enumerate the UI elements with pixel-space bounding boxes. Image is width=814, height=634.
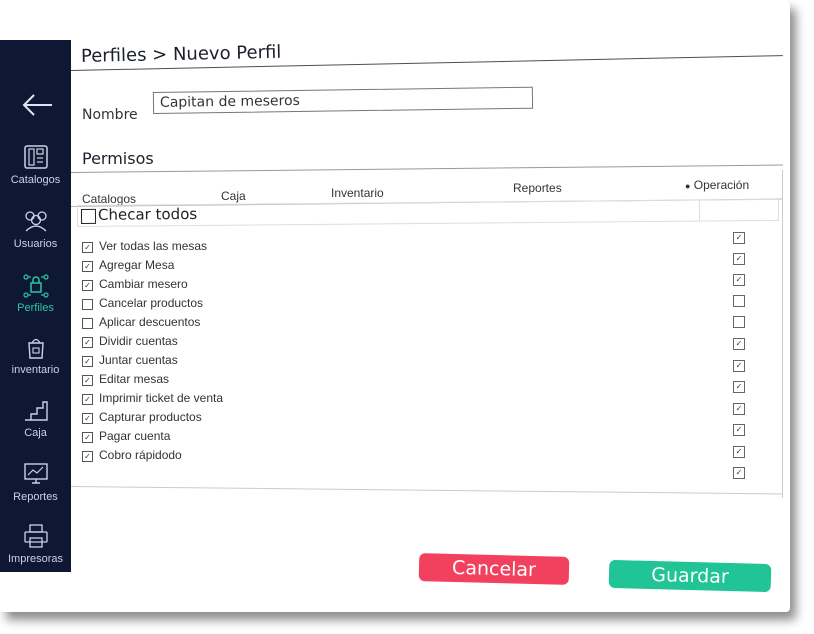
sidebar-item-label: Usuarios	[13, 238, 58, 250]
permission-checkbox[interactable]: ✓	[82, 375, 93, 386]
permission-checkbox[interactable]: ✓	[82, 394, 93, 405]
operacion-checkbox[interactable]: ✓	[733, 446, 745, 458]
permission-label: Ver todas las mesas	[99, 239, 208, 253]
catalog-icon	[23, 145, 48, 169]
permission-checkbox[interactable]: ✓	[82, 356, 93, 367]
selected-dot-icon: ●	[685, 180, 691, 191]
tab-reportes[interactable]: Reportes	[513, 181, 562, 195]
inventory-bag-icon	[27, 338, 44, 359]
list-item[interactable]: ✓ Juntar cuentas	[82, 353, 752, 372]
permission-checkbox[interactable]	[82, 318, 93, 329]
nombre-input[interactable]	[152, 86, 534, 114]
check-all-row: Checar todos	[76, 198, 780, 227]
sidebar-item-inventario[interactable]: inventario	[0, 333, 71, 376]
stairs-icon	[24, 401, 48, 421]
list-item[interactable]: ✓ Agregar Mesa	[82, 258, 752, 277]
sidebar-item-label: Catalogos	[10, 174, 61, 186]
permission-label: Juntar cuentas	[99, 353, 178, 367]
users-icon	[24, 211, 47, 232]
breadcrumb: Perfiles > Nuevo Perfil	[80, 41, 282, 67]
operacion-checkbox[interactable]	[733, 316, 745, 328]
list-item[interactable]: ✓ Capturar productos	[82, 410, 752, 429]
permission-label: Pagar cuenta	[99, 429, 171, 443]
sidebar-item-catalogos[interactable]: Catalogos	[0, 143, 71, 186]
list-item[interactable]: ✓ Cobro rápidodo	[82, 448, 752, 467]
permission-label: Cambiar mesero	[99, 277, 188, 291]
list-item[interactable]: ✓ Imprimir ticket de venta	[82, 391, 752, 410]
check-all-right-cell	[698, 199, 779, 221]
tabs-divider-top	[70, 164, 783, 173]
permisos-title: Permisos	[82, 149, 154, 168]
printer-icon	[23, 524, 48, 548]
list-item[interactable]: ✓ Ver todas las mesas	[82, 239, 752, 258]
tab-caja[interactable]: Caja	[221, 189, 246, 203]
cancel-button[interactable]: Cancelar	[418, 553, 570, 585]
list-item[interactable]: ✓ Dividir cuentas	[82, 334, 752, 353]
permission-label: Cancelar productos	[99, 296, 204, 310]
arrow-left-icon	[22, 94, 52, 116]
sidebar: Catalogos Usuarios Perfiles inventario C…	[0, 40, 71, 572]
sidebar-item-label: Perfiles	[17, 302, 54, 314]
operacion-checkbox[interactable]: ✓	[733, 467, 745, 479]
list-item[interactable]: Aplicar descuentos	[82, 315, 752, 334]
permission-checkbox[interactable]: ✓	[82, 337, 93, 348]
permission-label: Dividir cuentas	[99, 334, 178, 348]
permission-checkbox[interactable]: ✓	[82, 261, 93, 272]
operacion-checkbox[interactable]: ✓	[733, 403, 745, 415]
nombre-label: Nombre	[82, 107, 138, 123]
app-window: Catalogos Usuarios Perfiles inventario C…	[0, 0, 790, 612]
sidebar-item-reportes[interactable]: Reportes	[0, 460, 71, 503]
check-all-checkbox[interactable]	[80, 208, 97, 224]
profile-lock-icon	[22, 274, 49, 298]
permission-label: Capturar productos	[99, 410, 202, 424]
operacion-checkbox[interactable]: ✓	[733, 253, 745, 265]
list-item[interactable]: ✓ Editar mesas	[82, 372, 752, 391]
permission-label: Aplicar descuentos	[99, 315, 201, 329]
list-item[interactable]: ✓ Pagar cuenta	[82, 429, 752, 448]
operacion-checkbox[interactable]: ✓	[733, 232, 745, 244]
permission-checkbox[interactable]: ✓	[82, 280, 93, 291]
operacion-checkbox[interactable]	[733, 295, 745, 307]
back-button[interactable]	[22, 92, 54, 118]
sidebar-item-label: inventario	[11, 364, 60, 376]
permission-label: Cobro rápidodo	[99, 448, 182, 462]
permission-checkbox[interactable]: ✓	[82, 413, 93, 424]
sidebar-item-label: Reportes	[13, 491, 58, 503]
operacion-checkbox[interactable]: ✓	[733, 381, 745, 393]
tab-operacion[interactable]: ● Operación	[685, 178, 749, 192]
permission-label: Agregar Mesa	[99, 258, 175, 272]
sidebar-item-perfiles[interactable]: Perfiles	[0, 271, 71, 314]
permission-checkbox[interactable]: ✓	[82, 451, 93, 462]
sidebar-item-label: Impresoras	[7, 553, 64, 565]
sidebar-item-caja[interactable]: Caja	[0, 396, 71, 439]
operacion-checkbox[interactable]: ✓	[733, 360, 745, 372]
panel-border-bottom	[70, 486, 783, 495]
operacion-checkbox[interactable]: ✓	[733, 274, 745, 286]
permission-label: Editar mesas	[99, 372, 170, 386]
operacion-checkbox[interactable]: ✓	[733, 424, 745, 436]
save-button[interactable]: Guardar	[608, 559, 772, 593]
sidebar-item-usuarios[interactable]: Usuarios	[0, 207, 71, 250]
permission-label: Imprimir ticket de venta	[99, 391, 224, 405]
list-item[interactable]: Cancelar productos	[82, 296, 752, 315]
check-all-label: Checar todos	[97, 204, 198, 224]
tab-inventario[interactable]: Inventario	[331, 186, 384, 200]
sidebar-item-label: Caja	[24, 427, 47, 439]
list-item[interactable]: ✓ Cambiar mesero	[82, 277, 752, 296]
sidebar-item-impresoras[interactable]: Impresoras	[0, 522, 71, 565]
main-content: Perfiles > Nuevo Perfil Nombre Permisos …	[70, 0, 790, 612]
operacion-checkbox[interactable]: ✓	[733, 338, 745, 350]
permission-checkbox[interactable]	[82, 299, 93, 310]
report-screen-icon	[23, 463, 48, 484]
permission-checkbox[interactable]: ✓	[82, 432, 93, 443]
panel-border-right	[782, 170, 783, 498]
tab-operacion-label: Operación	[693, 178, 750, 192]
permission-checkbox[interactable]: ✓	[82, 242, 93, 253]
